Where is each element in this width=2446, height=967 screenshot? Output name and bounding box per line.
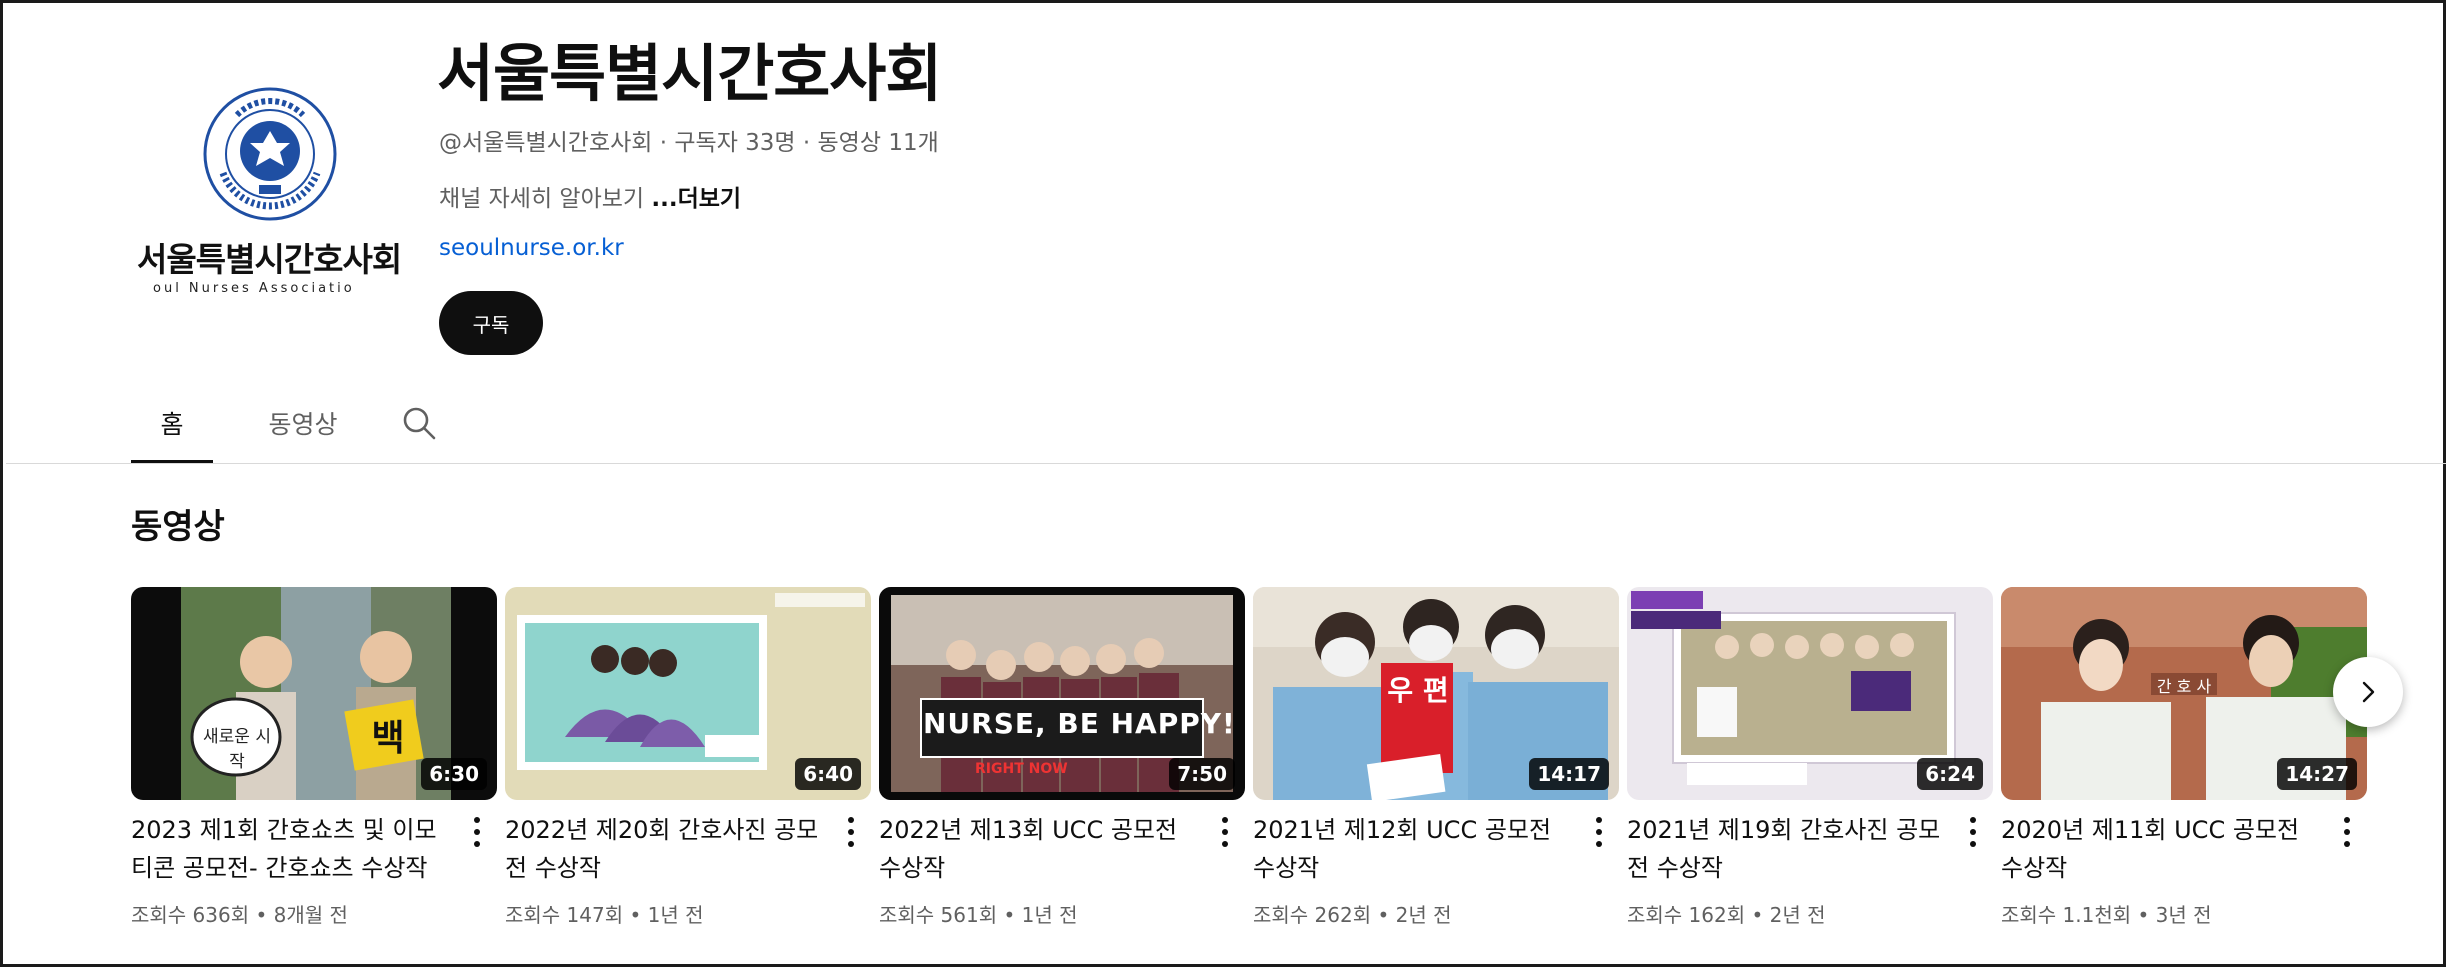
more-vert-icon[interactable]	[1963, 815, 1983, 849]
thumbnail-overlay-text: 새로운 시작	[203, 727, 271, 772]
channel-title: 서울특별시간호사회	[437, 37, 942, 110]
channel-avatar[interactable]: 서울특별시간호사회 oul Nurses Associatio	[123, 73, 413, 303]
video-thumbnail[interactable]: 6:24	[1627, 587, 1993, 800]
tab-videos-label: 동영상	[268, 410, 338, 439]
video-card[interactable]: 우 편 14:17 2021년 제12회 UCC 공모전 수상작 조회수 262…	[1253, 587, 1619, 947]
tab-videos[interactable]: 동영상	[253, 395, 353, 463]
channel-meta: @서울특별시간호사회 · 구독자 33명 · 동영상 11개	[439, 130, 939, 156]
video-title[interactable]: 2020년 제11회 UCC 공모전 수상작	[2001, 811, 2327, 887]
video-meta: 조회수 147회 • 1년 전	[505, 903, 704, 927]
video-thumbnail[interactable]: 새로운 시작 백 6:30	[131, 587, 497, 800]
youtube-channel-page: 서울특별시간호사회 oul Nurses Associatio 서울특별시간호사…	[0, 0, 2446, 967]
more-vert-icon[interactable]	[467, 815, 487, 849]
channel-description[interactable]: 채널 자세히 알아보기 ...더보기	[439, 179, 741, 213]
video-title[interactable]: 2022년 제13회 UCC 공모전 수상작	[879, 811, 1205, 887]
thumbnail-overlay-text: 간 호 사	[2156, 677, 2212, 696]
video-title[interactable]: 2021년 제19회 간호사진 공모전 수상작	[1627, 811, 1953, 887]
shelf-next-button[interactable]	[2333, 657, 2403, 727]
channel-description-text: 채널 자세히 알아보기	[439, 186, 645, 212]
more-vert-icon[interactable]	[1589, 815, 1609, 849]
section-title: 동영상	[131, 507, 225, 547]
video-meta: 조회수 561회 • 1년 전	[879, 903, 1078, 927]
video-duration: 6:40	[795, 758, 861, 790]
video-thumbnail[interactable]: 간 호 사 14:27	[2001, 587, 2367, 800]
video-meta: 조회수 162회 • 2년 전	[1627, 903, 1826, 927]
video-shelf: 새로운 시작 백 6:30 2023 제1회 간호쇼츠 및 이모티콘 공모전- …	[131, 587, 2371, 947]
video-duration: 14:17	[1529, 758, 1609, 790]
more-vert-icon[interactable]	[841, 815, 861, 849]
video-duration: 14:27	[2277, 758, 2357, 790]
video-card[interactable]: 간 호 사 14:27 2020년 제11회 UCC 공모전 수상작 조회수 1…	[2001, 587, 2367, 947]
video-thumbnail[interactable]: NURSE, BE HAPPY! RIGHT NOW 7:50	[879, 587, 1245, 800]
video-title[interactable]: 2021년 제12회 UCC 공모전 수상작	[1253, 811, 1579, 887]
thumbnail-sign-text: 백	[371, 718, 405, 759]
video-meta: 조회수 636회 • 8개월 전	[131, 903, 348, 927]
more-vert-icon[interactable]	[1215, 815, 1235, 849]
thumbnail-sub-text: RIGHT NOW	[975, 761, 1068, 777]
video-thumbnail[interactable]: 우 편 14:17	[1253, 587, 1619, 800]
avatar-org-name: 서울특별시간호사회	[137, 240, 402, 279]
video-duration: 6:30	[421, 758, 487, 790]
video-duration: 6:24	[1917, 758, 1983, 790]
video-meta: 조회수 262회 • 2년 전	[1253, 903, 1452, 927]
more-vert-icon[interactable]	[2337, 815, 2357, 849]
video-title[interactable]: 2023 제1회 간호쇼츠 및 이모티콘 공모전- 간호쇼츠 수상작	[131, 811, 457, 887]
chevron-right-icon	[2362, 681, 2375, 703]
tab-home[interactable]: 홈	[131, 395, 213, 463]
video-card[interactable]: 새로운 시작 백 6:30 2023 제1회 간호쇼츠 및 이모티콘 공모전- …	[131, 587, 497, 947]
video-card[interactable]: NURSE, BE HAPPY! RIGHT NOW 7:50 2022년 제1…	[879, 587, 1245, 947]
subscribe-button[interactable]: 구독	[439, 291, 543, 355]
avatar-org-english: oul Nurses Associatio	[153, 281, 355, 296]
search-icon[interactable]	[399, 403, 439, 443]
tabs-divider	[6, 463, 2446, 464]
video-duration: 7:50	[1169, 758, 1235, 790]
nurses-association-seal-icon	[203, 87, 337, 221]
thumbnail-sign-text: 우 편	[1387, 674, 1449, 707]
video-card[interactable]: 6:24 2021년 제19회 간호사진 공모전 수상작 조회수 162회 • …	[1627, 587, 1993, 947]
thumbnail-overlay-text: NURSE, BE HAPPY!	[923, 707, 1236, 740]
tab-home-label: 홈	[160, 410, 184, 439]
video-card[interactable]: 6:40 2022년 제20회 간호사진 공모전 수상작 조회수 147회 • …	[505, 587, 871, 947]
more-link[interactable]: ...더보기	[651, 186, 741, 212]
video-meta: 조회수 1.1천회 • 3년 전	[2001, 903, 2212, 927]
video-title[interactable]: 2022년 제20회 간호사진 공모전 수상작	[505, 811, 831, 887]
channel-website-link[interactable]: seoulnurse.or.kr	[439, 235, 624, 261]
video-thumbnail[interactable]: 6:40	[505, 587, 871, 800]
